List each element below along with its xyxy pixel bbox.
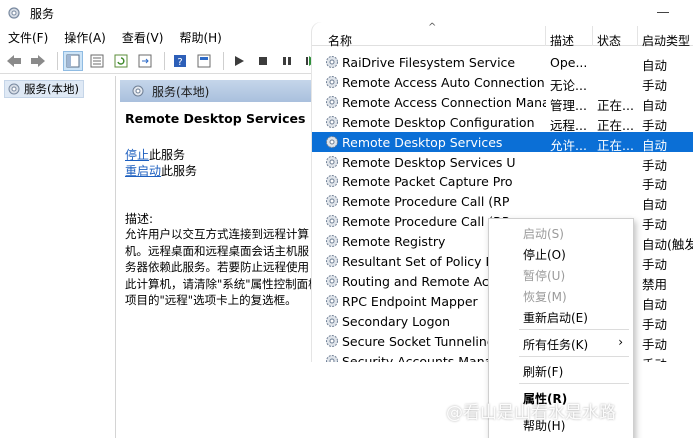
ctx-stop[interactable]: 停止(O) <box>523 246 566 263</box>
service-name: Remote Desktop Services U <box>342 154 516 170</box>
service-detail-panel: Remote Desktop Services 停止此服务 重启动此服务 描述:… <box>124 106 320 438</box>
services-gear-icon <box>8 7 20 19</box>
service-gear-icon <box>326 294 338 307</box>
ctx-separator <box>519 329 629 330</box>
ctx-all-tasks[interactable]: 所有任务(K) <box>523 336 588 353</box>
service-name: Remote Desktop Configuration <box>342 114 535 130</box>
service-gear-icon <box>326 314 338 327</box>
service-description: 允许用户以交互方式连接到远程计算 机。远程桌面和远程桌面会话主机服 务器依赖此服… <box>125 226 321 309</box>
service-row[interactable]: Remote Desktop Services 允许... 正在... 自动 <box>312 131 693 153</box>
export-list-icon[interactable] <box>135 51 155 71</box>
menu-action[interactable]: 操作(A) <box>56 28 114 48</box>
svg-text:?: ? <box>177 57 182 68</box>
service-name: Remote Procedure Call (RP <box>342 194 510 210</box>
service-gear-icon <box>326 195 338 208</box>
description-label: 描述: <box>125 212 154 226</box>
properties-icon[interactable] <box>87 51 107 71</box>
service-row[interactable]: Remote Access Auto Connection ... 无论... 手动 <box>312 72 693 93</box>
service-gear-icon <box>326 155 338 168</box>
column-status[interactable]: 状态 <box>597 32 621 49</box>
service-row[interactable]: Remote Access Connection Manag...管理...正在… <box>312 92 693 113</box>
tree-node-label: 服务(本地) <box>24 82 79 96</box>
window-title: 服务 <box>30 6 55 21</box>
watermark-text: @看山是山看水是水路 <box>446 403 616 423</box>
service-gear-icon <box>326 255 338 267</box>
toolbar-separator <box>57 52 58 70</box>
service-row[interactable]: Remote Packet Capture Pro 手动 <box>312 171 693 192</box>
console-tree: 服务(本地) <box>0 76 116 438</box>
stop-suffix: 此服务 <box>149 148 186 162</box>
help-icon[interactable]: ? <box>170 51 190 71</box>
column-divider[interactable] <box>545 26 546 46</box>
ctx-refresh[interactable]: 刷新(F) <box>523 363 563 380</box>
service-row[interactable]: Remote Procedure Call (RP 自动 <box>312 191 693 212</box>
pause-icon[interactable] <box>277 51 297 71</box>
ctx-start: 启动(S) <box>523 227 564 241</box>
service-name: RaiDrive Filesystem Service <box>342 55 516 70</box>
restart-service-action: 重启动此服务 <box>125 162 197 179</box>
service-gear-icon <box>326 95 338 108</box>
ctx-restart[interactable]: 重新启动(E) <box>523 309 588 326</box>
service-gear-icon <box>326 235 338 248</box>
service-name: Remote Desktop Services <box>342 134 503 150</box>
service-startup-type: 手动 <box>642 354 693 363</box>
menu-bar: 文件(F) 操作(A) 查看(V) 帮助(H) <box>0 28 230 48</box>
service-name: Remote Access Connection Manag... <box>342 94 546 110</box>
restart-link[interactable]: 重启动 <box>125 164 161 178</box>
column-startup-type[interactable]: 启动类型 <box>642 32 690 49</box>
minimize-button[interactable] <box>657 6 669 18</box>
service-row[interactable]: Remote Desktop Configuration 远程... 正在... 手动 <box>312 112 693 133</box>
column-description[interactable]: 描述 <box>550 32 574 49</box>
column-name[interactable]: 名称 <box>328 32 352 49</box>
play-icon[interactable] <box>229 51 249 71</box>
service-gear-icon <box>326 354 338 362</box>
service-gear-icon <box>326 334 338 347</box>
service-gear-icon <box>326 75 338 88</box>
toolbar-separator <box>223 52 224 70</box>
service-gear-icon <box>326 115 338 128</box>
restart-suffix: 此服务 <box>161 164 198 178</box>
ctx-separator <box>519 356 629 357</box>
menu-view[interactable]: 查看(V) <box>114 28 172 48</box>
stop-link[interactable]: 停止 <box>125 148 149 162</box>
service-gear-icon <box>326 135 338 148</box>
description-line: 此计算机，请清除"系统"属性控制面板 <box>125 276 320 291</box>
service-row[interactable]: RaiDrive Filesystem Service Ope... 自动 <box>312 52 693 73</box>
service-gear-icon <box>326 274 338 287</box>
sort-ascending-icon: ^ <box>428 22 437 33</box>
toolbar-separator <box>164 52 165 70</box>
selected-service-title: Remote Desktop Services <box>125 111 306 126</box>
service-name: Remote Access Auto Connection ... <box>342 74 546 90</box>
description-line: 机。远程桌面和远程桌面会话主机服 <box>125 243 309 258</box>
column-divider[interactable] <box>592 26 593 46</box>
description-line: 务器依赖此服务。若要防止远程使用 <box>125 260 309 274</box>
stop-icon[interactable] <box>253 51 273 71</box>
service-name: Remote Packet Capture Pro <box>342 174 513 190</box>
menu-help[interactable]: 帮助(H) <box>171 28 229 48</box>
service-description-cell: Ope... <box>550 55 588 70</box>
ctx-separator <box>519 383 629 384</box>
description-line: 项目的"远程"选项卡上的复选框。 <box>125 293 297 307</box>
services-gear-icon <box>8 83 20 95</box>
stop-service-action: 停止此服务 <box>125 146 185 163</box>
service-gear-icon <box>326 215 338 228</box>
column-divider[interactable] <box>637 26 638 46</box>
ctx-resume: 恢复(M) <box>523 290 567 304</box>
services-gear-icon <box>132 85 144 97</box>
tree-node-services-local[interactable]: 服务(本地) <box>4 80 84 98</box>
refresh-icon[interactable] <box>111 51 131 71</box>
console-tree-icon[interactable] <box>63 51 83 71</box>
back-arrow-icon[interactable] <box>4 51 24 71</box>
description-line: 允许用户以交互方式连接到远程计算 <box>125 227 309 241</box>
service-row[interactable]: Remote Desktop Services U 手动 <box>312 152 693 173</box>
list-header: ^ 名称 描述 状态 启动类型 <box>312 22 693 49</box>
service-gear-icon <box>326 56 338 68</box>
submenu-arrow-icon: › <box>618 335 623 349</box>
ctx-pause: 暂停(U) <box>523 269 566 283</box>
forward-arrow-icon[interactable] <box>28 51 48 71</box>
pane-header-label: 服务(本地) <box>152 84 210 99</box>
mmc-icon[interactable] <box>194 51 214 71</box>
menu-file[interactable]: 文件(F) <box>0 28 56 48</box>
service-gear-icon <box>326 175 338 188</box>
